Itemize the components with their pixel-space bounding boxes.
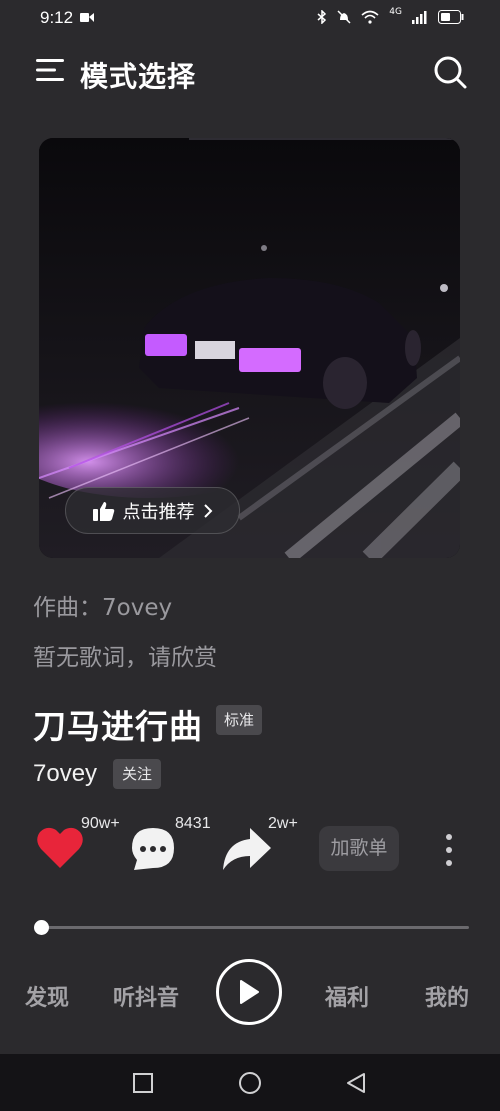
mute-icon — [337, 10, 351, 24]
tab-welfare[interactable]: 福利 — [325, 980, 369, 1012]
song-title: 刀马进行曲 — [33, 707, 203, 746]
home-icon[interactable] — [238, 1071, 262, 1095]
recent-apps-icon[interactable] — [133, 1073, 153, 1093]
add-to-playlist-button[interactable]: 加歌单 — [319, 826, 399, 871]
tab-mine[interactable]: 我的 — [425, 980, 469, 1012]
recommend-button[interactable]: 点击推荐 — [65, 487, 240, 534]
tab-listen-douyin[interactable]: 听抖音 — [113, 980, 179, 1012]
lyrics-note: 暂无歌词，请欣赏 — [33, 645, 217, 671]
artist-name[interactable]: 7ovey — [33, 760, 97, 788]
heart-icon[interactable] — [36, 826, 84, 870]
status-icons: 4G — [317, 7, 464, 24]
menu-icon[interactable] — [36, 58, 66, 82]
share-icon[interactable] — [222, 826, 272, 872]
recommend-label: 点击推荐 — [122, 501, 195, 523]
wifi-icon — [361, 10, 379, 24]
comment-icon[interactable] — [130, 826, 176, 872]
likes-count: 90w+ — [81, 815, 120, 832]
bluetooth-icon — [317, 10, 327, 24]
search-icon[interactable] — [432, 54, 468, 90]
status-time: 9:12 — [40, 8, 74, 27]
composer-text: 作曲：7ovey — [33, 595, 173, 621]
shares-count: 2w+ — [268, 815, 298, 832]
play-icon — [240, 980, 259, 1004]
signal-icon — [412, 10, 427, 24]
page-title: 模式选择 — [80, 60, 197, 93]
tab-discover[interactable]: 发现 — [25, 980, 69, 1012]
comments-count: 8431 — [175, 815, 211, 832]
back-icon[interactable] — [345, 1072, 367, 1094]
battery-icon — [438, 10, 464, 24]
network-type: 4G — [389, 7, 402, 17]
video-recording-icon — [80, 13, 94, 22]
thumbs-up-icon — [92, 501, 114, 521]
chevron-right-icon — [203, 503, 212, 518]
progress-handle[interactable] — [34, 920, 49, 935]
quality-tag[interactable]: 标准 — [216, 705, 263, 735]
play-button[interactable] — [216, 959, 282, 1025]
follow-button[interactable]: 关注 — [113, 759, 162, 789]
progress-bar[interactable] — [41, 926, 469, 929]
more-options-icon[interactable] — [444, 833, 454, 867]
